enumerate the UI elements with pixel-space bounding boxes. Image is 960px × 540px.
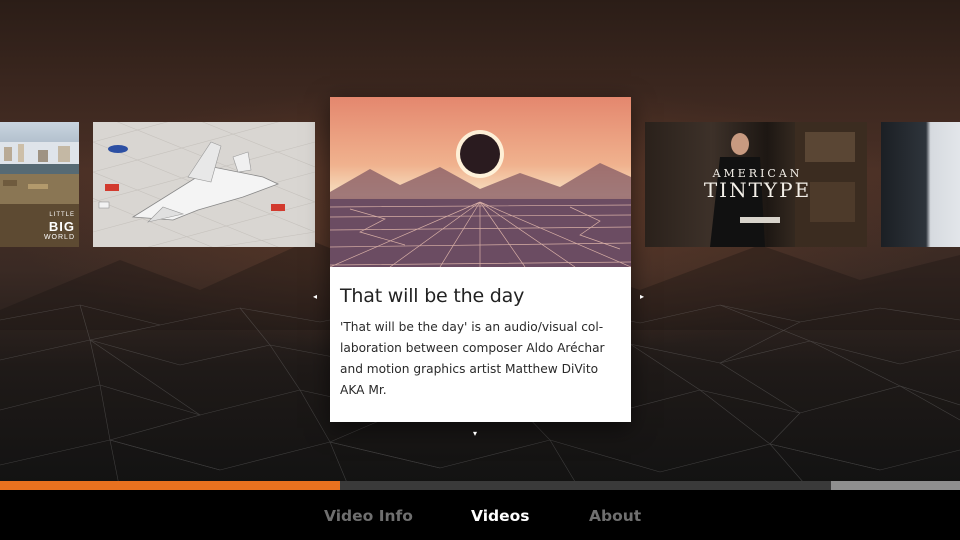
- featured-video-card[interactable]: That will be the day 'That will be the d…: [330, 97, 631, 422]
- featured-video-details: That will be the day 'That will be the d…: [330, 267, 631, 422]
- thumbnail-title-big: BIG: [48, 219, 75, 234]
- thumbnail-title-world: WORLD: [43, 234, 75, 241]
- eclipse-landscape-illustration: [330, 130, 631, 267]
- bottom-tab-bar: Video Info Videos About: [0, 490, 960, 540]
- featured-video-title: That will be the day: [340, 285, 525, 307]
- progress-bar-end-segment: [831, 481, 960, 490]
- progress-bar-fill: [0, 481, 340, 490]
- tab-videos[interactable]: Videos: [471, 507, 530, 525]
- carousel-progress-bar: [0, 481, 960, 490]
- featured-video-image: [330, 97, 631, 267]
- video-thumbnail-plane[interactable]: [93, 122, 315, 247]
- tab-video-info[interactable]: Video Info: [324, 507, 413, 525]
- thumbnail-title-line2: TINTYPE: [703, 178, 812, 202]
- video-thumbnail-partial[interactable]: [881, 122, 960, 247]
- video-thumbnail-little-big-world[interactable]: LITTLE BIG WORLD: [0, 122, 79, 247]
- expand-down-arrow-icon[interactable]: ▾: [473, 430, 477, 438]
- featured-video-description: 'That will be the day' is an audio/visua…: [340, 320, 605, 397]
- carousel-right-arrow-icon[interactable]: ▸: [640, 293, 644, 301]
- thumbnail-image: [93, 122, 315, 247]
- thumbnail-title-small: LITTLE: [49, 212, 75, 218]
- thumbnail-title: AMERICAN TINTYPE: [700, 167, 815, 202]
- tab-about[interactable]: About: [589, 507, 641, 525]
- video-thumbnail-american-tintype[interactable]: AMERICAN TINTYPE: [645, 122, 867, 247]
- carousel-left-arrow-icon[interactable]: ◂: [313, 293, 317, 301]
